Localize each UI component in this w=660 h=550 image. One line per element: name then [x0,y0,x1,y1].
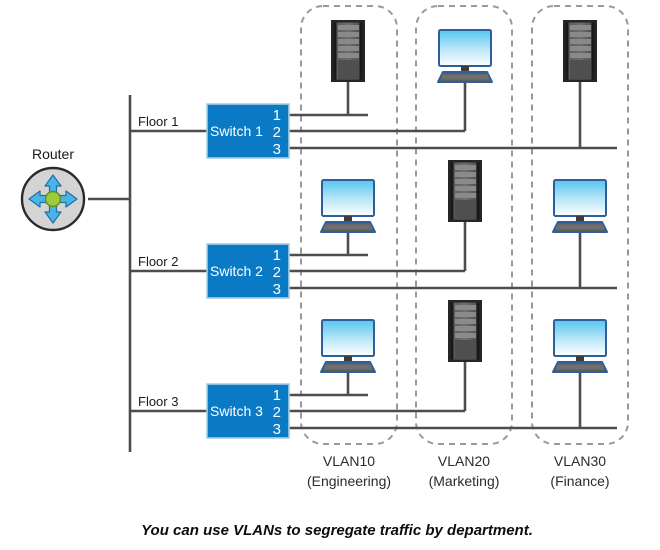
vlan-label-vlan20: VLAN20 (Marketing) [429,453,500,489]
vlan-label-vlan30: VLAN30 (Finance) [550,453,609,489]
device-vlan30-row1[interactable] [563,20,597,82]
diagram-canvas: Router Floor 1 Floor 2 Floor 3 Switch 1 … [20,5,629,539]
device-vlan20-row1[interactable] [437,29,493,83]
switch-node-1[interactable]: Switch 1 1 2 3 [206,103,290,159]
switch1-port-1-label: 1 [273,107,281,124]
floor-label-2: Floor 2 [138,254,178,269]
vlan-label-vlan10: VLAN10 (Engineering) [307,453,391,489]
device-vlan30-row2[interactable] [552,179,608,233]
device-vlan10-row3[interactable] [320,319,376,373]
switch2-port-3-label: 3 [273,281,281,298]
device-vlan10-row1[interactable] [331,20,365,82]
vlan10-id: VLAN10 [323,453,375,469]
device-vlan20-row3[interactable] [448,300,482,362]
vlan30-name: (Finance) [550,473,609,489]
switch3-port-3-label: 3 [273,421,281,438]
vlan-network-diagram: Router Floor 1 Floor 2 Floor 3 Switch 1 … [0,0,660,550]
floor-label-1: Floor 1 [138,114,178,129]
diagram-caption: You can use VLANs to segregate traffic b… [141,522,533,539]
switch2-port-2-label: 2 [273,264,281,281]
router-node[interactable]: Router [20,146,86,232]
switch3-port-2-label: 2 [273,404,281,421]
switch-node-2[interactable]: Switch 2 1 2 3 [206,243,290,299]
switch-label-1: Switch 1 [210,123,263,139]
switch1-port-3-label: 3 [273,141,281,158]
device-vlan10-row2[interactable] [320,179,376,233]
vlan10-name: (Engineering) [307,473,391,489]
device-vlan20-row2[interactable] [448,160,482,222]
switch-node-3[interactable]: Switch 3 1 2 3 [206,383,290,439]
switch-label-3: Switch 3 [210,403,263,419]
vlan20-id: VLAN20 [438,453,490,469]
vlan30-id: VLAN30 [554,453,606,469]
router-icon [20,166,86,232]
router-label: Router [32,146,74,162]
device-vlan30-row3[interactable] [552,319,608,373]
switch3-port-1-label: 1 [273,387,281,404]
switch2-port-1-label: 1 [273,247,281,264]
vlan20-name: (Marketing) [429,473,500,489]
switch1-port-2-label: 2 [273,124,281,141]
switch-label-2: Switch 2 [210,263,263,279]
floor-label-3: Floor 3 [138,394,178,409]
